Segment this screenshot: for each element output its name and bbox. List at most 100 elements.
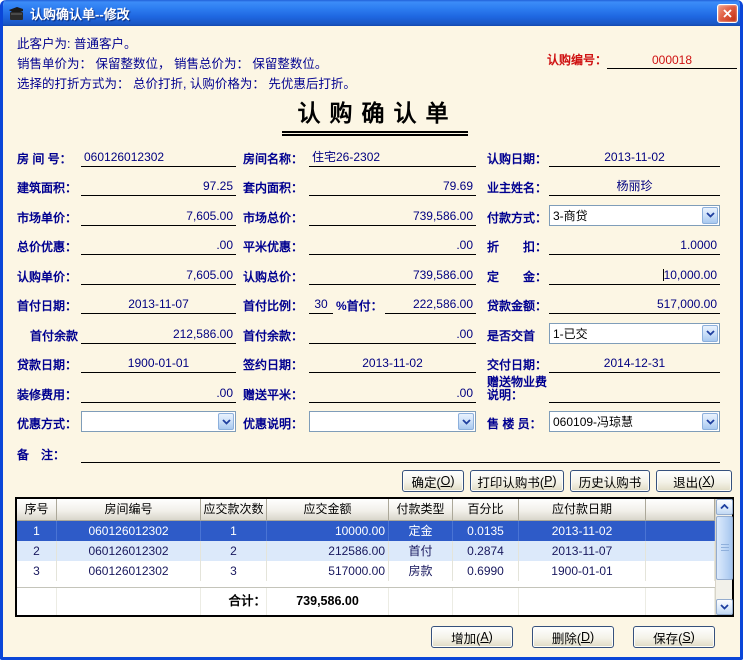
header-seq[interactable]: 序号 [17, 499, 57, 521]
inner-area-field[interactable]: 79.69 [309, 179, 476, 196]
header-times[interactable]: 应交款次数 [201, 499, 267, 521]
market-unit-price-value: 7,605.00 [186, 209, 233, 223]
subscribe-total-price-label: 认购总价： [243, 270, 309, 285]
decorate-fee-label: 装修费用： [17, 388, 81, 403]
discount-method-label: 优惠方式： [17, 417, 81, 432]
payment-method-label: 付款方式： [487, 211, 549, 226]
owner-name-field[interactable]: 杨丽珍 [549, 179, 720, 196]
payment-method-select[interactable]: 3-商贷 [549, 205, 720, 226]
decorate-fee-field[interactable]: .00 [81, 386, 236, 403]
loan-date-field[interactable]: 1900-01-01 [81, 356, 236, 373]
remark-label: 备 注： [17, 448, 81, 463]
record-buttons: 增加(A) 删除(D) 保存(S) [431, 626, 715, 648]
first-pay-ratio-value: 30 [314, 297, 327, 311]
add-button[interactable]: 增加(A) [431, 626, 513, 648]
subscribe-total-price-field[interactable]: 739,586.00 [309, 268, 476, 285]
sqm-discount-field[interactable]: .00 [309, 238, 476, 255]
room-name-value: 住宅26-2302 [312, 150, 380, 164]
build-area-field[interactable]: 97.25 [81, 179, 236, 196]
scrollbar-grip [721, 544, 729, 553]
remark-field[interactable] [81, 460, 720, 463]
chevron-down-icon[interactable] [702, 325, 718, 342]
deliver-date-label: 交付日期： [487, 358, 549, 373]
chevron-down-icon[interactable] [702, 207, 718, 224]
subscribe-date-value: 2013-11-02 [604, 150, 665, 164]
history-subscription-button[interactable]: 历史认购书 [570, 470, 650, 492]
chevron-down-icon[interactable] [458, 413, 474, 430]
gift-sqm-field[interactable]: .00 [309, 386, 476, 403]
header-room[interactable]: 房间编号 [57, 499, 201, 521]
scroll-down-icon[interactable] [716, 599, 733, 615]
deposit-field[interactable]: 10,000.00 [549, 268, 720, 285]
close-icon [723, 9, 732, 18]
market-unit-price-field[interactable]: 7,605.00 [81, 209, 236, 226]
deliver-date-value: 2014-12-31 [604, 356, 665, 370]
table-row[interactable]: 3 060126012302 3 517000.00 房款 0.6990 190… [17, 561, 715, 581]
price-rounding-note: 销售单价为： 保留整数位， 销售总价为： 保留整数位。 [17, 53, 327, 72]
first-balance-left-value: 212,586.00 [173, 327, 233, 341]
total-discount-label: 总价优惠： [17, 240, 81, 255]
salesman-label: 售 楼 员： [487, 417, 549, 432]
deliver-date-field[interactable]: 2014-12-31 [549, 356, 720, 373]
paid-first-select[interactable]: 1-已交 [549, 323, 720, 344]
loan-amount-field[interactable]: 517,000.00 [549, 297, 720, 314]
sign-date-label: 签约日期： [243, 358, 309, 373]
customer-type-note: 此客户为: 普通客户。 [17, 33, 136, 52]
first-pay-ratio-input[interactable]: 30 [309, 297, 333, 314]
market-total-price-field[interactable]: 739,586.00 [309, 209, 476, 226]
discount-field[interactable]: 1.0000 [549, 238, 720, 255]
first-balance-left-field[interactable]: 212,586.00 [81, 327, 236, 344]
subscribe-unit-price-field[interactable]: 7,605.00 [81, 268, 236, 285]
total-value: 739,586.00 [267, 588, 389, 615]
loan-date-value: 1900-01-01 [128, 356, 189, 370]
paid-first-value: 1-已交 [550, 325, 701, 342]
salesman-select[interactable]: 060109-冯琼慧 [549, 411, 720, 432]
table-total-row: 合计： 739,586.00 [17, 587, 715, 615]
total-discount-field[interactable]: .00 [81, 238, 236, 255]
chevron-down-icon[interactable] [218, 413, 234, 430]
loan-amount-label: 贷款金额： [487, 299, 549, 314]
first-pay-amount-field[interactable]: 222,586.00 [385, 297, 476, 314]
gift-sqm-label: 赠送平米： [243, 388, 309, 403]
build-area-value: 97.25 [203, 179, 233, 193]
scroll-up-icon[interactable] [716, 499, 733, 515]
sign-date-field[interactable]: 2013-11-02 [309, 356, 476, 373]
payment-schedule-table: 序号 房间编号 应交款次数 应交金额 付款类型 百分比 应付款日期 1 0601… [15, 497, 734, 617]
close-button[interactable] [717, 4, 738, 23]
total-label: 合计： [201, 588, 267, 615]
chevron-down-icon[interactable] [702, 413, 718, 430]
save-button[interactable]: 保存(S) [633, 626, 715, 648]
header-empty [646, 499, 715, 521]
titlebar[interactable]: 认购确认单--修改 [0, 0, 743, 26]
loan-date-label: 贷款日期： [17, 358, 81, 373]
discount-method-select[interactable] [81, 411, 236, 432]
header-pct[interactable]: 百分比 [453, 499, 519, 521]
table-scrollbar[interactable] [715, 499, 732, 615]
first-balance-right-field[interactable]: .00 [309, 327, 476, 344]
salesman-value: 060109-冯琼慧 [550, 413, 701, 430]
discount-note-label: 优惠说明： [243, 417, 309, 432]
header-date[interactable]: 应付款日期 [519, 499, 646, 521]
gift-property-note-field[interactable] [549, 401, 720, 403]
first-pay-date-field[interactable]: 2013-11-07 [81, 297, 236, 314]
confirm-button[interactable]: 确定(O) [402, 470, 464, 492]
discount-note-select[interactable] [309, 411, 476, 432]
sign-date-value: 2013-11-02 [362, 356, 423, 370]
room-no-field[interactable]: 060126012302 [81, 150, 236, 167]
header-amount[interactable]: 应交金额 [267, 499, 389, 521]
delete-button[interactable]: 删除(D) [532, 626, 614, 648]
order-number-group: 认购编号： 000018 [547, 48, 737, 69]
table-row[interactable]: 2 060126012302 2 212586.00 首付 0.2874 201… [17, 541, 715, 561]
exit-button[interactable]: 退出(X) [656, 470, 732, 492]
order-number-value: 000018 [607, 53, 737, 69]
subscribe-date-field[interactable]: 2013-11-02 [549, 150, 720, 167]
build-area-label: 建筑面积： [17, 181, 81, 196]
header-type[interactable]: 付款类型 [389, 499, 453, 521]
room-name-field[interactable]: 住宅26-2302 [309, 150, 476, 167]
first-pay-date-label: 首付日期： [17, 299, 81, 314]
scrollbar-thumb[interactable] [716, 516, 733, 580]
print-subscription-button[interactable]: 打印认购书(P) [470, 470, 564, 492]
first-pay-date-value: 2013-11-07 [128, 297, 189, 311]
first-balance-right-value: .00 [456, 327, 473, 341]
table-row[interactable]: 1 060126012302 1 10000.00 定金 0.0135 2013… [17, 521, 715, 541]
